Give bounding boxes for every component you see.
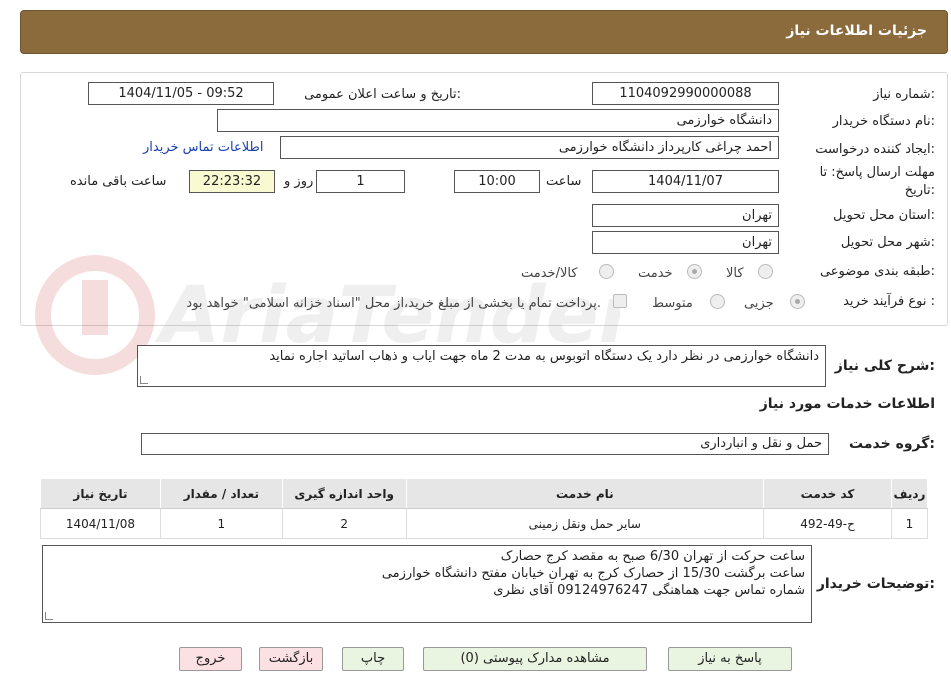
- process-option-medium: متوسط: [652, 296, 693, 311]
- page-header: جزئیات اطلاعات نیاز: [20, 10, 948, 54]
- resize-handle-icon[interactable]: [45, 612, 53, 620]
- province-label: استان محل تحویل:: [833, 208, 935, 223]
- cell-service-code: ح-49-492: [763, 508, 892, 539]
- announce-date-field: 1404/11/05 - 09:52: [88, 82, 274, 105]
- cell-service-name: سایر حمل ونقل زمینی: [405, 508, 765, 539]
- cell-unit: 2: [281, 508, 407, 539]
- treasury-note: پرداخت تمام یا بخشی از مبلغ خرید،از محل …: [186, 296, 601, 311]
- cell-row: 1: [890, 508, 929, 539]
- process-label: نوع فرآیند خرید :: [843, 294, 935, 309]
- category-radio-goods-service[interactable]: [599, 264, 614, 279]
- col-quantity: تعداد / مقدار: [159, 478, 283, 509]
- deadline-time-field: 10:00: [454, 170, 540, 193]
- category-option-goods: کالا: [726, 266, 744, 281]
- category-radio-goods[interactable]: [758, 264, 773, 279]
- deadline-time-label: ساعت: [546, 174, 582, 189]
- col-service-name: نام خدمت: [405, 478, 765, 509]
- category-radio-service[interactable]: [687, 264, 702, 279]
- exit-button[interactable]: خروج: [179, 647, 242, 671]
- col-service-code: کد خدمت: [763, 478, 892, 509]
- days-field: 1: [316, 170, 405, 193]
- announce-date-label: تاریخ و ساعت اعلان عمومی:: [304, 87, 461, 102]
- service-group-label: گروه خدمت:: [849, 436, 935, 452]
- city-field: تهران: [592, 231, 779, 254]
- buyer-org-field: دانشگاه خوارزمی: [217, 109, 779, 132]
- remaining-time-label: ساعت باقی مانده: [70, 174, 167, 189]
- description-textarea: دانشگاه خوارزمی در نظر دارد یک دستگاه ات…: [137, 345, 826, 387]
- cell-quantity: 1: [159, 508, 283, 539]
- col-row: ردیف: [890, 478, 929, 509]
- cell-need-date: 1404/11/08: [40, 508, 161, 539]
- services-section-title: اطلاعات خدمات مورد نیاز: [759, 396, 935, 412]
- process-radio-medium[interactable]: [710, 294, 725, 309]
- category-label: طبقه بندی موضوعی:: [819, 264, 935, 279]
- table-row: 1404/11/08 1 2 سایر حمل ونقل زمینی ح-49-…: [40, 508, 929, 539]
- buyer-notes-line-3: شماره تماس جهت هماهنگی 09124976247 آقای …: [493, 583, 805, 598]
- back-button[interactable]: بازگشت: [259, 647, 323, 671]
- col-need-date: تاریخ نیاز: [40, 478, 161, 509]
- category-option-service: خدمت: [638, 266, 673, 281]
- need-number-field: 1104092990000088: [592, 82, 779, 105]
- description-text: دانشگاه خوارزمی در نظر دارد یک دستگاه ات…: [269, 349, 819, 364]
- creator-label: ایجاد کننده درخواست:: [815, 142, 935, 157]
- description-label: شرح کلی نیاز:: [834, 358, 935, 374]
- buyer-org-label: نام دستگاه خریدار:: [832, 114, 935, 129]
- buyer-notes-textarea: ساعت حرکت از تهران 6/30 صبح به مقصد کرج …: [42, 545, 812, 623]
- print-button[interactable]: چاپ: [342, 647, 404, 671]
- col-unit: واحد اندازه گیری: [281, 478, 407, 509]
- city-label: شهر محل تحویل:: [840, 235, 935, 250]
- buyer-notes-line-1: ساعت حرکت از تهران 6/30 صبح به مقصد کرج …: [500, 549, 805, 564]
- deadline-label-date: تاریخ:: [904, 183, 935, 198]
- treasury-checkbox[interactable]: [613, 294, 627, 308]
- page-title: جزئیات اطلاعات نیاز: [786, 23, 927, 39]
- reply-button[interactable]: پاسخ به نیاز: [668, 647, 792, 671]
- need-number-label: شماره نیاز:: [873, 87, 935, 102]
- deadline-label: مهلت ارسال پاسخ: تا: [819, 165, 935, 180]
- service-group-field: حمل و نقل و انبارداری: [141, 433, 829, 455]
- buyer-contact-link[interactable]: اطلاعات تماس خریدار: [143, 140, 263, 155]
- process-option-minor: جزیی: [744, 296, 774, 311]
- province-field: تهران: [592, 204, 779, 227]
- resize-handle-icon[interactable]: [140, 376, 148, 384]
- creator-field: احمد چراغی کارپرداز دانشگاه خوارزمی: [280, 136, 779, 159]
- view-documents-button[interactable]: مشاهده مدارک پیوستی (0): [423, 647, 647, 671]
- process-radio-minor[interactable]: [790, 294, 805, 309]
- buyer-notes-line-2: ساعت برگشت 15/30 از حصارک کرج به تهران خ…: [381, 566, 805, 581]
- category-option-goods-service: کالا/خدمت: [521, 266, 578, 281]
- buyer-notes-label: توضیحات خریدار:: [816, 576, 935, 592]
- services-table: تاریخ نیاز تعداد / مقدار واحد اندازه گیر…: [40, 478, 929, 539]
- table-header-row: تاریخ نیاز تعداد / مقدار واحد اندازه گیر…: [40, 478, 929, 509]
- days-label: روز و: [284, 174, 314, 189]
- deadline-date-field: 1404/11/07: [592, 170, 779, 193]
- remaining-time-field: 22:23:32: [189, 170, 275, 193]
